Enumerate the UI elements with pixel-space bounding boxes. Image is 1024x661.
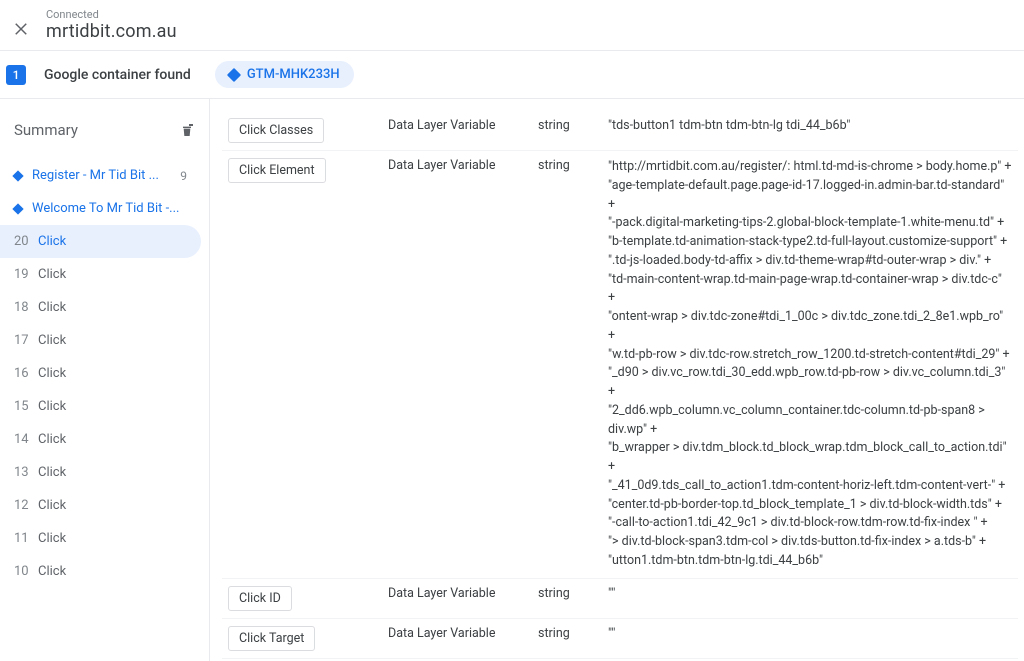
variable-value: "" bbox=[602, 618, 1018, 658]
table-row: Click Element Data Layer Variablestring"h… bbox=[222, 151, 1018, 579]
sidebar-page-item[interactable]: Register - Mr Tid Bit ... 9 bbox=[0, 159, 201, 192]
tag-icon bbox=[227, 67, 241, 81]
table-row: Click Classes Data Layer Variablestring"t… bbox=[222, 111, 1018, 151]
clear-icon[interactable] bbox=[179, 122, 195, 138]
return-type: string bbox=[532, 578, 602, 618]
event-label: Click bbox=[38, 333, 66, 348]
container-id: GTM-MHK233H bbox=[247, 67, 340, 82]
event-label: Click bbox=[38, 366, 66, 381]
event-label: Click bbox=[38, 300, 66, 315]
sidebar-item-label: Register - Mr Tid Bit ... bbox=[32, 168, 159, 183]
table-row: Click ID Data Layer Variablestring"" bbox=[222, 578, 1018, 618]
variable-name[interactable]: Click ID bbox=[228, 586, 292, 611]
connected-label: Connected bbox=[46, 8, 177, 21]
event-label: Click bbox=[38, 465, 66, 480]
sidebar-page-item[interactable]: Welcome To Mr Tid Bit -... bbox=[0, 192, 201, 225]
event-number: 18 bbox=[14, 300, 32, 315]
sidebar-event-item[interactable]: 14 Click bbox=[0, 423, 201, 456]
event-label: Click bbox=[38, 399, 66, 414]
container-chip[interactable]: GTM-MHK233H bbox=[215, 61, 354, 88]
event-label: Click bbox=[38, 531, 66, 546]
domain-name: mrtidbit.com.au bbox=[46, 21, 177, 42]
container-bar: 1 Google container found GTM-MHK233H bbox=[0, 51, 1024, 99]
return-type: string bbox=[532, 111, 602, 151]
container-count-badge: 1 bbox=[6, 65, 26, 85]
sidebar: Summary Register - Mr Tid Bit ... 9 Welcom… bbox=[0, 99, 210, 661]
sidebar-item-label: Welcome To Mr Tid Bit -... bbox=[32, 201, 179, 216]
variable-name[interactable]: Click Classes bbox=[228, 118, 324, 143]
event-label: Click bbox=[38, 267, 66, 282]
sidebar-event-item[interactable]: 16 Click bbox=[0, 357, 201, 390]
sidebar-event-item[interactable]: 19 Click bbox=[0, 258, 201, 291]
page-icon bbox=[12, 170, 23, 181]
close-icon[interactable] bbox=[12, 20, 30, 38]
sidebar-event-item[interactable]: 11 Click bbox=[0, 522, 201, 555]
event-number: 17 bbox=[14, 333, 32, 348]
domain-block: Connected mrtidbit.com.au bbox=[46, 8, 177, 42]
event-number: 16 bbox=[14, 366, 32, 381]
sidebar-event-item[interactable]: 13 Click bbox=[0, 456, 201, 489]
header: Connected mrtidbit.com.au bbox=[0, 0, 1024, 51]
variable-name[interactable]: Click Target bbox=[228, 626, 315, 651]
return-type: string bbox=[532, 151, 602, 579]
variable-value: "" bbox=[602, 578, 1018, 618]
variable-type: Data Layer Variable bbox=[382, 151, 532, 579]
event-number: 11 bbox=[14, 531, 32, 546]
event-number: 10 bbox=[14, 564, 32, 579]
sidebar-event-item[interactable]: 15 Click bbox=[0, 390, 201, 423]
variable-name[interactable]: Click Element bbox=[228, 158, 326, 183]
summary-title[interactable]: Summary bbox=[14, 121, 78, 139]
sidebar-event-item[interactable]: 10 Click bbox=[0, 555, 201, 588]
sidebar-event-item[interactable]: 18 Click bbox=[0, 291, 201, 324]
container-found-text: Google container found bbox=[44, 67, 191, 83]
return-type: string bbox=[532, 618, 602, 658]
event-label: Click bbox=[38, 498, 66, 513]
event-label: Click bbox=[38, 564, 66, 579]
table-row: Click Target Data Layer Variablestring"" bbox=[222, 618, 1018, 658]
event-number: 20 bbox=[14, 234, 32, 249]
event-number: 15 bbox=[14, 399, 32, 414]
event-label: Click bbox=[38, 234, 66, 249]
sidebar-event-item[interactable]: 17 Click bbox=[0, 324, 201, 357]
variable-value: "tds-button1 tdm-btn tdm-btn-lg tdi_44_b… bbox=[602, 111, 1018, 151]
variables-panel: Click ClassesData Layer Variablestring"t… bbox=[210, 99, 1024, 661]
event-label: Click bbox=[38, 432, 66, 447]
sidebar-event-item[interactable]: 20 Click bbox=[0, 225, 201, 258]
event-number: 19 bbox=[14, 267, 32, 282]
variable-value: "http://mrtidbit.com.au/register/: html.… bbox=[602, 151, 1018, 579]
page-icon bbox=[12, 203, 23, 214]
sidebar-item-count: 9 bbox=[174, 169, 187, 183]
variable-type: Data Layer Variable bbox=[382, 578, 532, 618]
variables-table: Click ClassesData Layer Variablestring"t… bbox=[222, 111, 1018, 661]
event-number: 13 bbox=[14, 465, 32, 480]
event-number: 12 bbox=[14, 498, 32, 513]
variable-type: Data Layer Variable bbox=[382, 618, 532, 658]
sidebar-event-item[interactable]: 12 Click bbox=[0, 489, 201, 522]
event-number: 14 bbox=[14, 432, 32, 447]
variable-type: Data Layer Variable bbox=[382, 111, 532, 151]
